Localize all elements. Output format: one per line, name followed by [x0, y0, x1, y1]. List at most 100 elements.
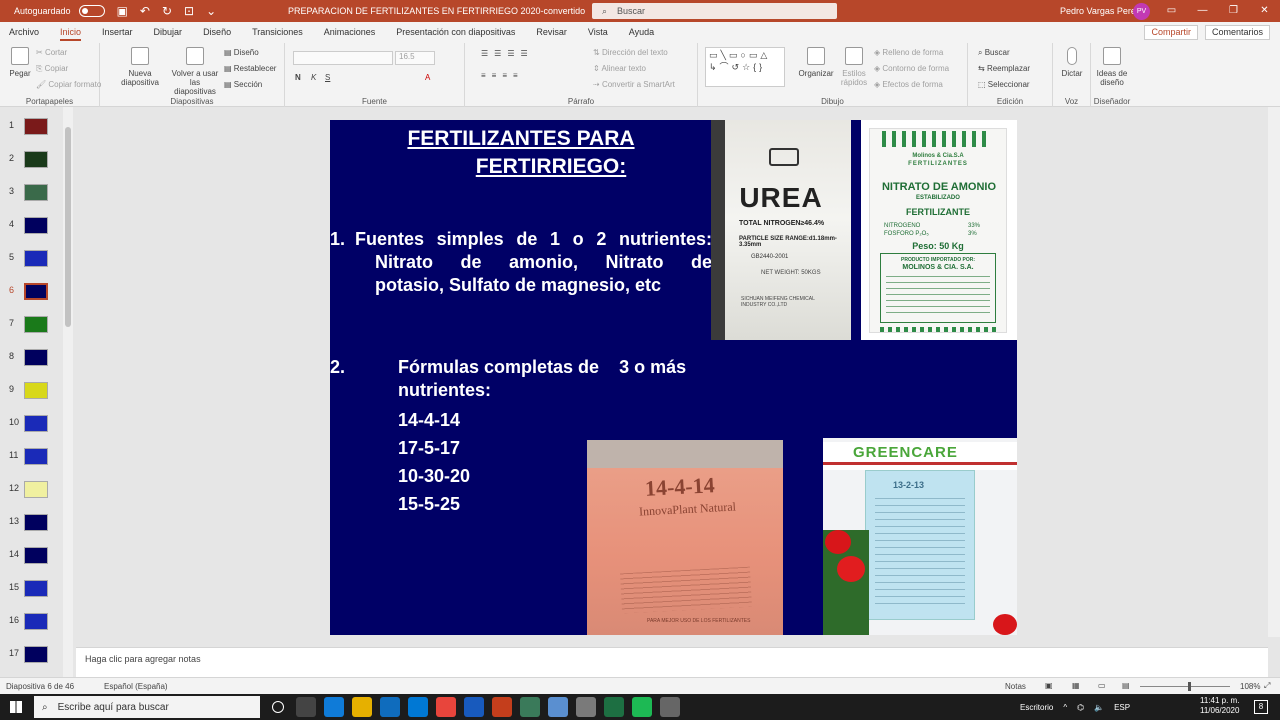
reuse-slides-button[interactable]: Volver a usar las diapositivas: [168, 47, 222, 96]
chrome-icon[interactable]: [436, 697, 456, 717]
fertilizer-14-4-14-bag-image[interactable]: 14-4-14 InnovaPlant Natural PARA MEJOR U…: [587, 440, 783, 635]
align-icons[interactable]: ≡≡≡≡: [481, 71, 524, 80]
tab-revisar[interactable]: Revisar: [536, 22, 567, 43]
tab-presentacion[interactable]: Presentación con diapositivas: [396, 22, 515, 43]
volume-icon[interactable]: 🔈: [1094, 703, 1104, 712]
minimize-icon[interactable]: —: [1187, 0, 1218, 22]
tab-archivo[interactable]: Archivo: [9, 22, 39, 43]
mail-icon[interactable]: [380, 697, 400, 717]
dictate-button[interactable]: Dictar: [1055, 47, 1089, 78]
save-icon[interactable]: ▣: [117, 4, 128, 18]
slide[interactable]: FERTILIZANTES PARA FERTIRRIEGO: 1. Fuent…: [330, 120, 1017, 635]
app-icon[interactable]: [660, 697, 680, 717]
copy-button[interactable]: ⎘ Copiar: [36, 64, 68, 74]
thumbnail-item[interactable]: 4: [0, 215, 60, 245]
app-icon[interactable]: [576, 697, 596, 717]
slide-title[interactable]: FERTILIZANTES PARA FERTIRRIEGO:: [396, 125, 646, 181]
thumbnail-item[interactable]: 10: [0, 413, 60, 443]
excel-icon[interactable]: [604, 697, 624, 717]
arrange-button[interactable]: Organizar: [796, 47, 836, 78]
format-painter-button[interactable]: 🖌 Copiar formato: [36, 80, 101, 89]
file-explorer-icon[interactable]: [352, 697, 372, 717]
paste-button[interactable]: Pegar: [6, 47, 34, 78]
start-presentation-icon[interactable]: ⊡: [184, 4, 194, 18]
select-button[interactable]: ⬚ Seleccionar: [978, 80, 1030, 89]
tab-inicio[interactable]: Inicio: [60, 22, 82, 43]
zoom-slider[interactable]: [1140, 686, 1230, 687]
find-button[interactable]: ⌕ Buscar: [978, 48, 1010, 58]
desktop-label[interactable]: Escritorio: [1020, 703, 1053, 712]
reset-button[interactable]: ▤ Restablecer: [224, 64, 276, 73]
underline-button[interactable]: S: [325, 73, 330, 82]
spotify-icon[interactable]: [632, 697, 652, 717]
shapes-gallery[interactable]: ▭╲▭○▭△ ↳⌒↺☆{}: [705, 47, 785, 87]
document-title[interactable]: PREPARACION DE FERTILIZANTES EN FERTIRRI…: [288, 6, 585, 16]
text-direction-button[interactable]: ⇅ Dirección del texto: [593, 48, 668, 57]
align-text-button[interactable]: ⇕ Alinear texto: [593, 64, 646, 73]
tab-ayuda[interactable]: Ayuda: [629, 22, 654, 43]
cut-button[interactable]: ✂ Cortar: [36, 48, 67, 57]
thumbnail-item[interactable]: 15: [0, 578, 60, 608]
thumbnail-item-selected[interactable]: 6: [0, 281, 60, 311]
shape-fill-button[interactable]: ◈ Relleno de forma: [874, 48, 943, 57]
layout-button[interactable]: ▤ Diseño: [224, 48, 259, 57]
formula-list[interactable]: 14-4-14 17-5-17 10-30-20 15-5-25: [398, 406, 470, 518]
thumbnail-item[interactable]: 11: [0, 446, 60, 476]
thumbnail-item[interactable]: 14: [0, 545, 60, 575]
section-button[interactable]: ▤ Sección: [224, 80, 262, 89]
customize-qat-icon[interactable]: ⌄: [206, 4, 216, 18]
replace-button[interactable]: ⇆ Reemplazar: [978, 64, 1030, 73]
vertical-scrollbar[interactable]: [1268, 107, 1280, 637]
font-size-box[interactable]: 16.5: [395, 51, 435, 65]
network-icon[interactable]: ⌬: [1077, 703, 1084, 712]
comments-button[interactable]: Comentarios: [1204, 25, 1270, 40]
tab-diseno[interactable]: Diseño: [203, 22, 231, 43]
edge-icon[interactable]: [324, 697, 344, 717]
shape-effects-button[interactable]: ◈ Efectos de forma: [874, 80, 943, 89]
tab-insertar[interactable]: Insertar: [102, 22, 133, 43]
tray-chevron-icon[interactable]: ^: [1063, 703, 1067, 712]
bold-button[interactable]: N: [295, 73, 301, 82]
thumbnail-item[interactable]: 1: [0, 116, 60, 146]
search-box[interactable]: ⌕ Buscar: [592, 3, 837, 19]
reading-view-icon[interactable]: ▭: [1098, 681, 1106, 690]
list-item-1[interactable]: 1. Fuentes simples de 1 o 2 nutrientes: …: [330, 228, 712, 297]
windows-start-icon[interactable]: [10, 701, 22, 713]
thumbnail-item[interactable]: 13: [0, 512, 60, 542]
keyboard-language[interactable]: ESP: [1114, 703, 1130, 712]
share-button[interactable]: Compartir: [1144, 25, 1198, 40]
redo-icon[interactable]: ↻: [162, 4, 172, 18]
ribbon-display-icon[interactable]: ▭: [1156, 0, 1187, 22]
font-name-box[interactable]: [293, 51, 393, 65]
user-name[interactable]: Pedro Vargas Perez: [1060, 6, 1140, 16]
task-view-icon[interactable]: [296, 697, 316, 717]
font-color-icon[interactable]: A: [425, 73, 430, 82]
italic-button[interactable]: K: [311, 73, 316, 82]
language-indicator[interactable]: Español (España): [104, 682, 168, 691]
shape-outline-button[interactable]: ◈ Contorno de forma: [874, 64, 949, 73]
thumbnail-item[interactable]: 5: [0, 248, 60, 278]
zoom-level[interactable]: 108%: [1240, 682, 1260, 691]
slide-sorter-icon[interactable]: ▦: [1072, 681, 1080, 690]
restore-icon[interactable]: ❐: [1218, 0, 1249, 22]
close-icon[interactable]: ✕: [1249, 0, 1280, 22]
cortana-icon[interactable]: [272, 701, 284, 713]
undo-icon[interactable]: ↶: [140, 4, 150, 18]
avatar[interactable]: PV: [1133, 3, 1150, 20]
list-item-2[interactable]: 2. Fórmulas completas de 3 o más nutrien…: [330, 356, 730, 402]
thumbnail-item[interactable]: 8: [0, 347, 60, 377]
thumbnail-item[interactable]: 12: [0, 479, 60, 509]
slideshow-icon[interactable]: ▤: [1122, 681, 1130, 690]
clock[interactable]: 11:41 p. m. 11/06/2020: [1200, 696, 1239, 716]
list-icons[interactable]: ☰☰☰☰: [481, 49, 534, 58]
tab-dibujar[interactable]: Dibujar: [154, 22, 183, 43]
new-slide-button[interactable]: Nueva diapositiva: [116, 47, 164, 87]
urea-bag-image[interactable]: UREA TOTAL NITROGEN≥46.4% PARTICLE SIZE …: [711, 120, 851, 340]
notification-icon[interactable]: 8: [1254, 700, 1268, 714]
thumbnail-item[interactable]: 2: [0, 149, 60, 179]
thumbnail-item[interactable]: 7: [0, 314, 60, 344]
tab-vista[interactable]: Vista: [588, 22, 608, 43]
design-ideas-button[interactable]: Ideas de diseño: [1093, 47, 1131, 87]
smartart-button[interactable]: ⇢ Convertir a SmartArt: [593, 80, 675, 89]
quick-styles-button[interactable]: Estilos rápidos: [836, 47, 872, 87]
